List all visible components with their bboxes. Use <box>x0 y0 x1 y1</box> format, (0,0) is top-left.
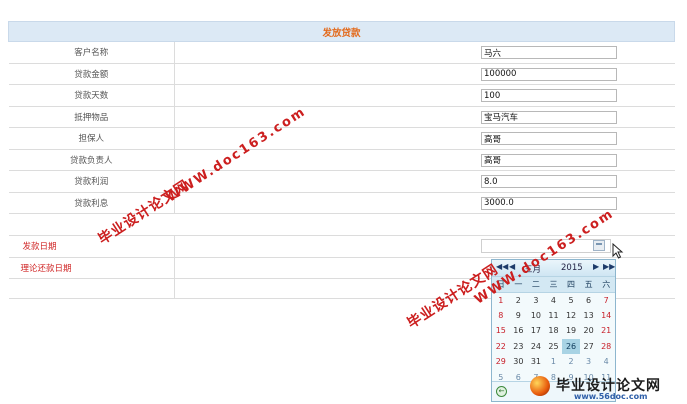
weekday-label: 六 <box>597 277 615 293</box>
loan-manager-input[interactable] <box>481 153 617 167</box>
loan-manager-label: 贷款负责人 <box>8 149 175 171</box>
form-row-profit: 贷款利润 <box>8 170 675 193</box>
calendar-day[interactable]: 8 <box>492 308 510 324</box>
weekday-label: 四 <box>562 277 580 293</box>
calendar-day[interactable]: 16 <box>510 323 528 339</box>
loan-amount-label: 贷款金额 <box>8 63 175 85</box>
calendar-day[interactable]: 28 <box>597 339 615 355</box>
calendar-day[interactable]: 29 <box>492 354 510 370</box>
weekday-label: 二 <box>527 277 545 293</box>
customer-name-label: 客户名称 <box>8 41 175 64</box>
form-row-interest: 贷款利息 <box>8 192 675 214</box>
collateral-label: 抵押物品 <box>8 106 175 128</box>
calendar-day[interactable]: 4 <box>597 354 615 370</box>
calendar-day[interactable]: 22 <box>492 339 510 355</box>
calendar-day[interactable]: 4 <box>545 292 563 308</box>
guarantor-input[interactable] <box>481 132 617 145</box>
calendar-day[interactable]: 5 <box>562 292 580 308</box>
calendar-day[interactable]: 30 <box>510 354 528 370</box>
weekday-label: 五 <box>579 277 598 293</box>
calendar-year[interactable]: 2015 <box>561 263 583 273</box>
form-title-row: 发放贷款 <box>8 21 675 42</box>
form-row-manager: 贷款负责人 <box>8 149 675 171</box>
calendar-day[interactable]: 3 <box>527 292 545 308</box>
guarantor-label: 担保人 <box>8 127 175 150</box>
calendar-day[interactable]: 2 <box>510 292 528 308</box>
form-row-collateral: 抵押物品 <box>8 106 675 128</box>
form-row-guarantor: 担保人 <box>8 127 675 150</box>
form-title: 发放贷款 <box>8 21 675 42</box>
customer-name-input[interactable] <box>481 46 617 59</box>
site-logo: 毕业设计论文网 www.56doc.com <box>522 373 687 404</box>
calendar-week-row: 29 30 31 1 2 3 4 <box>492 354 615 370</box>
calendar-day[interactable]: 15 <box>492 323 510 339</box>
calendar-day[interactable]: 27 <box>580 339 598 355</box>
calendar-week-row: 1234567 <box>492 292 615 308</box>
loan-profit-label: 贷款利润 <box>8 170 175 193</box>
form-row-customer: 客户名称 <box>8 41 675 64</box>
calendar-grid: 日 一 二 三 四 五 六 1 2 3 4 5 6 7 8 9 10 11 12 13 14 15 16 17 1… <box>492 277 615 385</box>
calendar-day[interactable]: 19 <box>562 323 580 339</box>
calendar-day[interactable]: 1 <box>545 354 563 370</box>
form-row-days: 贷款天数 <box>8 84 675 107</box>
calendar-day[interactable]: 3 <box>580 354 598 370</box>
calendar-day[interactable]: 20 <box>580 323 598 339</box>
calendar-week-row: 15 16 17 18 19 20 21 <box>492 323 615 339</box>
logo-globe-icon <box>530 376 550 396</box>
calendar-day[interactable]: 7 <box>597 292 615 308</box>
calendar-icon[interactable] <box>593 240 605 251</box>
next-year-icon[interactable]: ▶▶ <box>603 262 615 271</box>
calendar-day[interactable]: 2 <box>562 354 580 370</box>
loan-days-input[interactable] <box>481 89 617 102</box>
weekday-label: 三 <box>544 277 563 293</box>
loan-form-table: 发放贷款 客户名称 贷款金额 贷款天数 抵押物品 担保人 贷款负责人 贷款利润 … <box>8 21 675 299</box>
next-month-icon[interactable]: ▶ <box>593 262 599 271</box>
calendar-day[interactable]: 6 <box>580 292 598 308</box>
repay-date-label: 理论还款日期 <box>8 257 175 279</box>
calendar-day[interactable]: 13 <box>580 308 598 324</box>
today-arrow-icon[interactable]: ← <box>496 386 507 397</box>
calendar-day[interactable]: 18 <box>545 323 563 339</box>
calendar-day[interactable]: 14 <box>597 308 615 324</box>
calendar-day[interactable]: 11 <box>545 308 563 324</box>
calendar-day[interactable]: 21 <box>597 323 615 339</box>
calendar-day[interactable]: 24 <box>527 339 545 355</box>
loan-days-label: 贷款天数 <box>8 84 175 107</box>
mouse-cursor-icon <box>612 243 624 259</box>
loan-interest-input[interactable] <box>481 196 617 210</box>
issue-date-label: 发款日期 <box>8 235 175 258</box>
loan-amount-input[interactable] <box>481 67 617 81</box>
calendar-day[interactable]: 31 <box>527 354 545 370</box>
calendar-day[interactable]: 25 <box>545 339 563 355</box>
logo-url: www.56doc.com <box>574 392 648 401</box>
form-row-amount: 贷款金额 <box>8 63 675 85</box>
calendar-day[interactable]: 23 <box>510 339 528 355</box>
calendar-week-row: 8 9 10 11 12 13 14 <box>492 308 615 324</box>
calendar-day[interactable]: 10 <box>527 308 545 324</box>
calendar-day[interactable]: 17 <box>527 323 545 339</box>
calendar-day[interactable]: 12 <box>562 308 580 324</box>
calendar-day[interactable]: 9 <box>510 308 528 324</box>
calendar-day[interactable]: 26 <box>562 338 580 354</box>
calendar-week-row: 22 23 24 25 26 27 28 <box>492 338 615 355</box>
loan-profit-input[interactable] <box>481 175 617 188</box>
collateral-input[interactable] <box>481 110 617 124</box>
